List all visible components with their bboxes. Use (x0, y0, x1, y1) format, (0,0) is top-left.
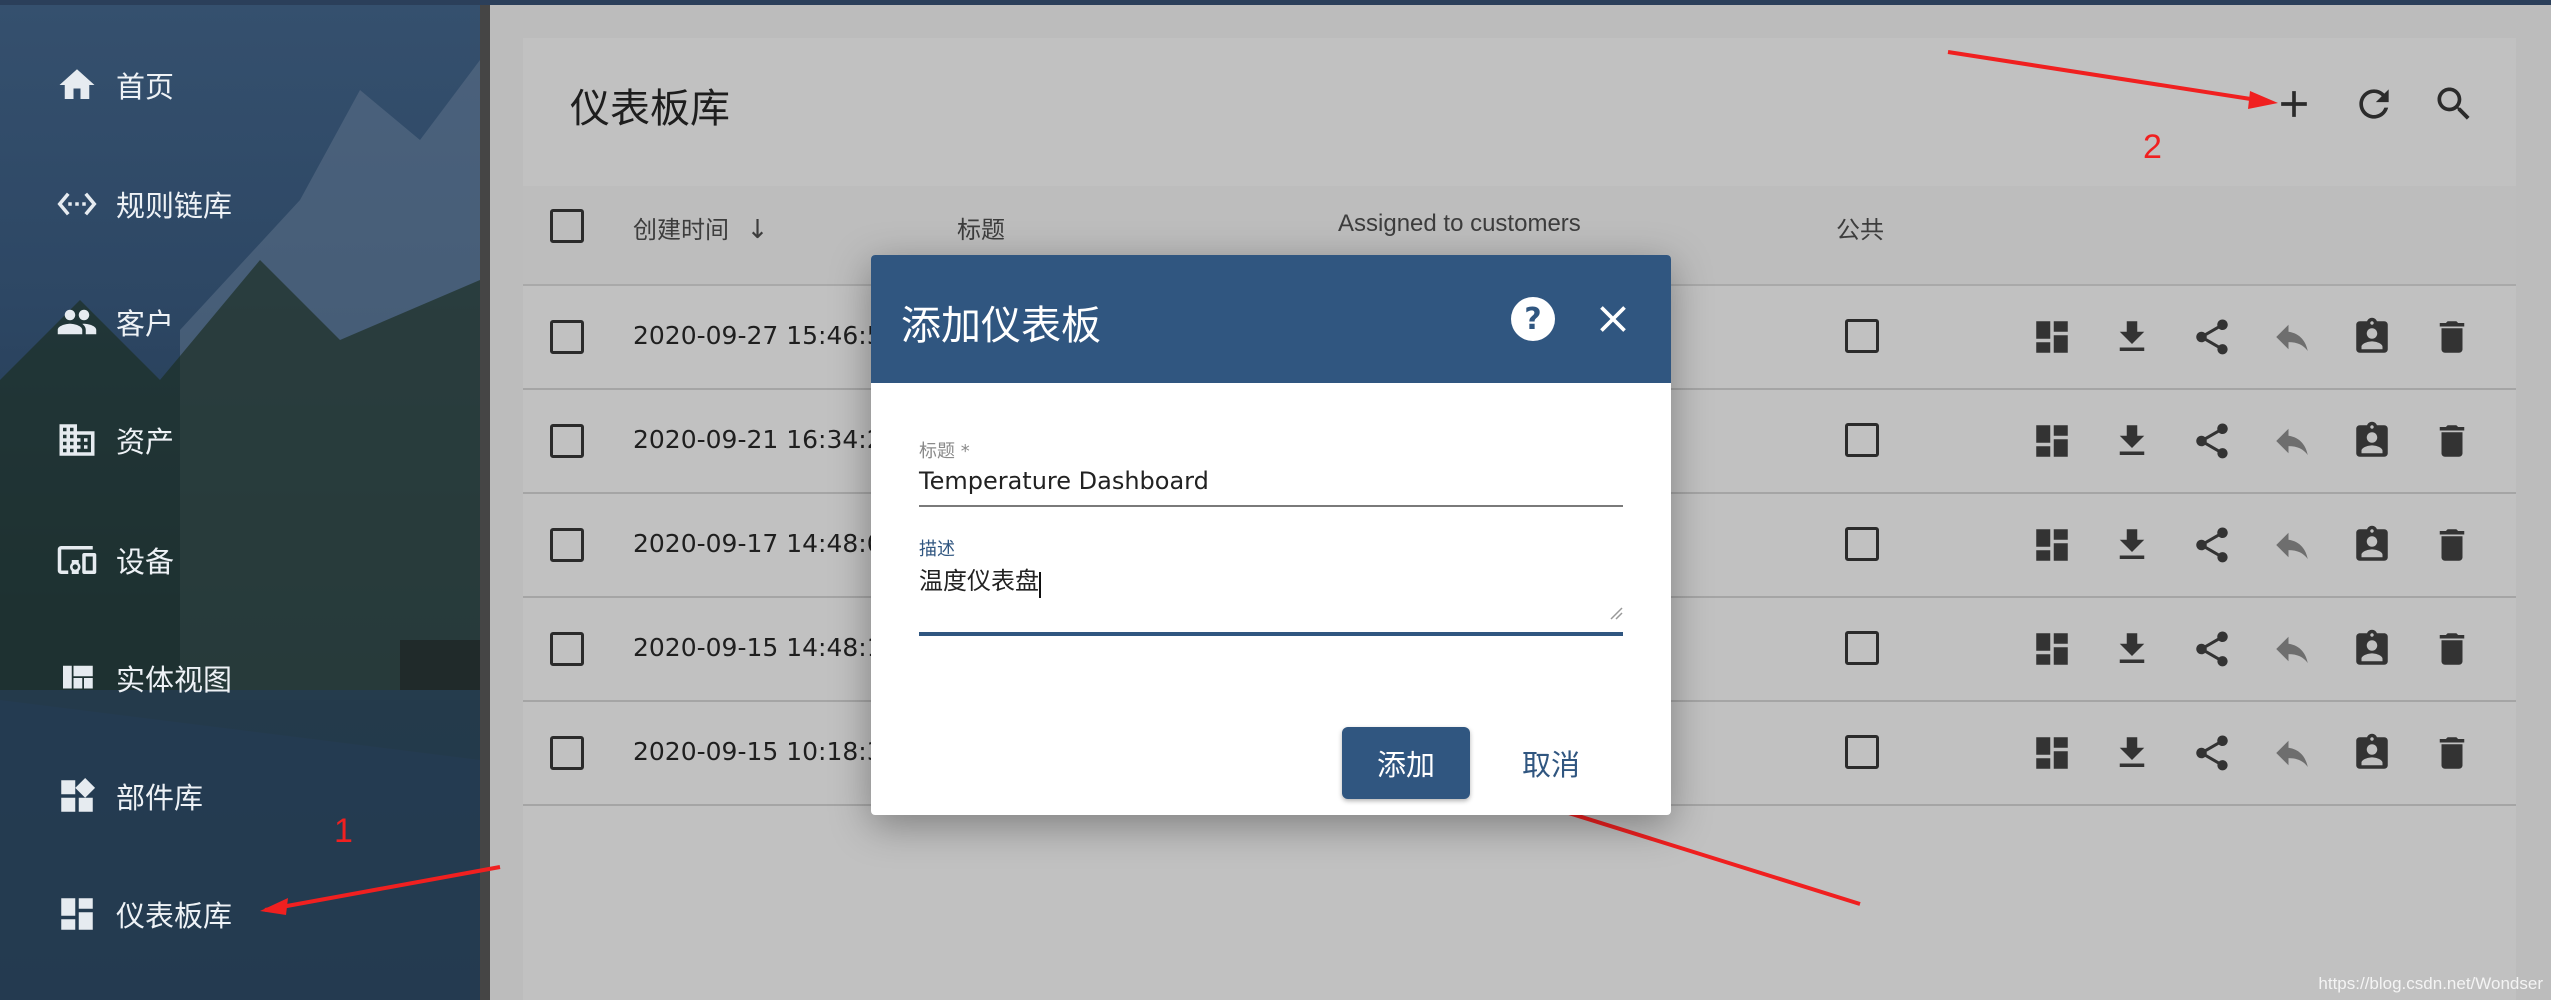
close-button[interactable] (1591, 297, 1635, 341)
description-value: 温度仪表盘 (919, 567, 1039, 595)
resize-handle-icon[interactable] (1609, 605, 1623, 620)
annotation-number: 2 (2143, 128, 2162, 166)
description-field-underline (919, 632, 1623, 636)
title-field[interactable]: Temperature Dashboard (919, 467, 1209, 495)
close-icon (1600, 306, 1626, 332)
add-dashboard-dialog: 添加仪表板 ? 标题 * Temperature Dashboard 描述 温度… (871, 255, 1671, 815)
description-field-label: 描述 (919, 539, 955, 560)
cancel-button[interactable]: 取消 (1496, 727, 1606, 799)
title-field-underline (919, 505, 1623, 507)
dialog-title: 添加仪表板 (901, 303, 1101, 349)
watermark: https://blog.csdn.net/Wondser (2318, 974, 2543, 993)
help-icon[interactable]: ? (1511, 297, 1555, 341)
description-field[interactable]: 温度仪表盘 (919, 561, 1041, 598)
text-cursor (1039, 571, 1041, 598)
dialog-header: 添加仪表板 ? (871, 255, 1671, 383)
add-button-submit[interactable]: 添加 (1342, 727, 1470, 799)
annotation-number: 1 (334, 812, 353, 850)
title-field-label: 标题 * (919, 441, 970, 462)
